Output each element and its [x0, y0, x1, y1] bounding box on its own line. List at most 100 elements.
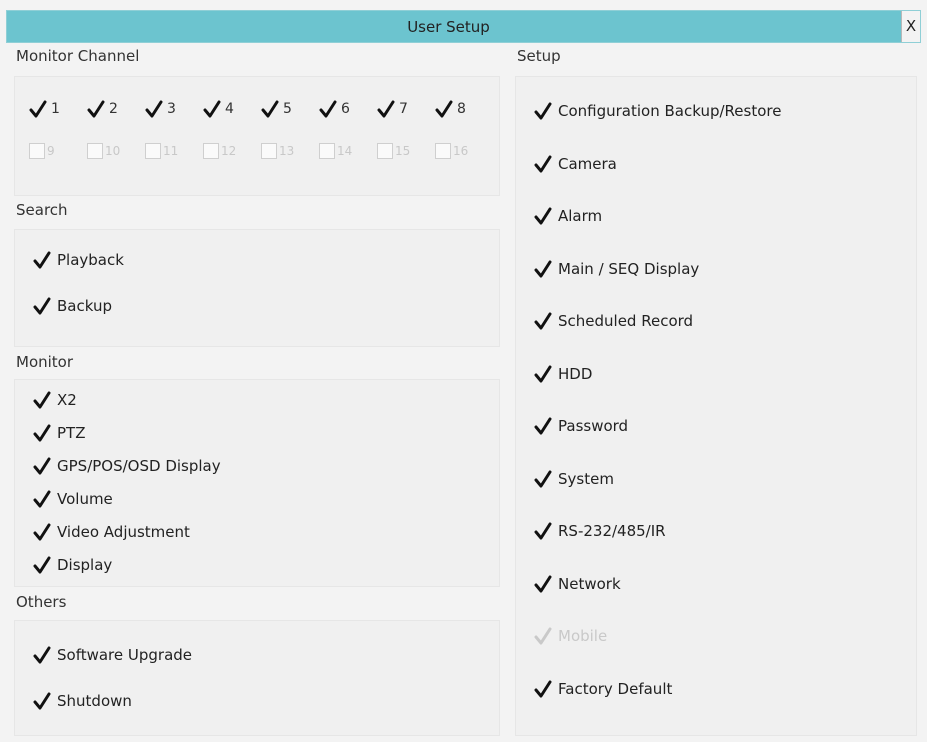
channel-8-checkbox[interactable]: 8 [435, 99, 493, 119]
channel-label: 6 [341, 101, 350, 117]
checkmark-icon[interactable] [534, 311, 552, 331]
checkbox-rs-232-485-ir[interactable]: RS-232/485/IR [534, 521, 666, 541]
checkmark-icon[interactable] [33, 555, 51, 575]
checkbox-factory-default[interactable]: Factory Default [534, 679, 672, 699]
setup-title: Setup [517, 47, 561, 65]
checkbox-software-upgrade[interactable]: Software Upgrade [33, 645, 192, 665]
channel-12-checkbox[interactable]: 12 [203, 143, 261, 159]
empty-checkbox[interactable] [261, 143, 277, 159]
checkmark-icon[interactable] [534, 626, 552, 646]
checkmark-icon[interactable] [534, 521, 552, 541]
monitor-title: Monitor [16, 353, 74, 371]
checkbox-gps-pos-osd-display[interactable]: GPS/POS/OSD Display [33, 456, 221, 476]
channel-1-checkbox[interactable]: 1 [29, 99, 87, 119]
checkmark-icon[interactable] [319, 99, 337, 119]
checkbox-label: Display [57, 556, 113, 574]
channel-7-checkbox[interactable]: 7 [377, 99, 435, 119]
channel-row-2: 9 10 11 12 13 14 15 16 [29, 143, 493, 159]
checkmark-icon[interactable] [534, 679, 552, 699]
channel-row-1: 1 2 3 4 5 6 7 8 [29, 99, 493, 119]
checkmark-icon[interactable] [33, 423, 51, 443]
checkbox-alarm[interactable]: Alarm [534, 206, 602, 226]
empty-checkbox[interactable] [203, 143, 219, 159]
channel-9-checkbox[interactable]: 9 [29, 143, 87, 159]
channel-label: 9 [47, 144, 55, 158]
checkmark-icon[interactable] [534, 364, 552, 384]
checkmark-icon[interactable] [145, 99, 163, 119]
checkbox-label: Backup [57, 297, 112, 315]
checkbox-configuration-backup-restore[interactable]: Configuration Backup/Restore [534, 101, 781, 121]
empty-checkbox[interactable] [377, 143, 393, 159]
empty-checkbox[interactable] [29, 143, 45, 159]
checkmark-icon[interactable] [534, 101, 552, 121]
channel-4-checkbox[interactable]: 4 [203, 99, 261, 119]
checkbox-video-adjustment[interactable]: Video Adjustment [33, 522, 190, 542]
left-column: Monitor Channel 12345678 9 10 11 12 13 14 15 16… [6, 43, 506, 738]
empty-checkbox[interactable] [145, 143, 161, 159]
channel-5-checkbox[interactable]: 5 [261, 99, 319, 119]
empty-checkbox[interactable] [435, 143, 451, 159]
channel-6-checkbox[interactable]: 6 [319, 99, 377, 119]
checkbox-label: System [558, 469, 614, 488]
checkmark-icon[interactable] [377, 99, 395, 119]
channel-2-checkbox[interactable]: 2 [87, 99, 145, 119]
checkbox-label: Software Upgrade [57, 646, 193, 664]
channel-10-checkbox[interactable]: 10 [87, 143, 145, 159]
channel-label: 15 [395, 144, 411, 158]
checkmark-icon[interactable] [33, 489, 51, 509]
channel-label: 13 [279, 144, 295, 158]
empty-checkbox[interactable] [87, 143, 103, 159]
checkmark-icon[interactable] [33, 522, 51, 542]
checkbox-label: GPS/POS/OSD Display [57, 457, 221, 475]
checkmark-icon[interactable] [203, 99, 221, 119]
checkbox-system[interactable]: System [534, 469, 614, 489]
checkmark-icon[interactable] [33, 250, 51, 270]
checkbox-scheduled-record[interactable]: Scheduled Record [534, 311, 693, 331]
checkbox-label: Alarm [558, 207, 603, 225]
channel-16-checkbox[interactable]: 16 [435, 143, 493, 159]
checkbox-password[interactable]: Password [534, 416, 628, 436]
channel-label: 3 [167, 101, 176, 117]
channel-label: 12 [221, 144, 237, 158]
channel-3-checkbox[interactable]: 3 [145, 99, 203, 119]
checkbox-mobile[interactable]: Mobile [534, 626, 607, 646]
checkmark-icon[interactable] [29, 99, 47, 119]
checkbox-x2[interactable]: X2 [33, 390, 77, 410]
checkmark-icon[interactable] [534, 259, 552, 279]
channel-15-checkbox[interactable]: 15 [377, 143, 435, 159]
checkbox-label: Shutdown [57, 692, 132, 710]
channel-11-checkbox[interactable]: 11 [145, 143, 203, 159]
close-button[interactable]: X [901, 11, 920, 42]
checkbox-volume[interactable]: Volume [33, 489, 113, 509]
channel-label: 10 [105, 144, 121, 158]
checkbox-label: Main / SEQ Display [558, 259, 700, 278]
checkmark-icon[interactable] [534, 574, 552, 594]
checkmark-icon[interactable] [33, 645, 51, 665]
checkbox-hdd[interactable]: HDD [534, 364, 592, 384]
checkmark-icon[interactable] [261, 99, 279, 119]
checkmark-icon[interactable] [33, 456, 51, 476]
checkmark-icon[interactable] [534, 416, 552, 436]
checkmark-icon[interactable] [534, 469, 552, 489]
checkmark-icon[interactable] [33, 296, 51, 316]
checkmark-icon[interactable] [435, 99, 453, 119]
checkbox-display[interactable]: Display [33, 555, 112, 575]
checkbox-network[interactable]: Network [534, 574, 621, 594]
checkbox-backup[interactable]: Backup [33, 296, 112, 316]
checkmark-icon[interactable] [87, 99, 105, 119]
checkbox-main-seq-display[interactable]: Main / SEQ Display [534, 259, 699, 279]
channel-14-checkbox[interactable]: 14 [319, 143, 377, 159]
checkbox-label: Volume [57, 490, 113, 508]
checkbox-shutdown[interactable]: Shutdown [33, 691, 132, 711]
channel-13-checkbox[interactable]: 13 [261, 143, 319, 159]
checkmark-icon[interactable] [33, 691, 51, 711]
checkbox-playback[interactable]: Playback [33, 250, 124, 270]
checkmark-icon[interactable] [534, 154, 552, 174]
checkbox-ptz[interactable]: PTZ [33, 423, 85, 443]
checkmark-icon[interactable] [33, 390, 51, 410]
checkbox-label: Playback [57, 251, 124, 269]
channel-label: 5 [283, 101, 292, 117]
empty-checkbox[interactable] [319, 143, 335, 159]
checkmark-icon[interactable] [534, 206, 552, 226]
checkbox-camera[interactable]: Camera [534, 154, 617, 174]
